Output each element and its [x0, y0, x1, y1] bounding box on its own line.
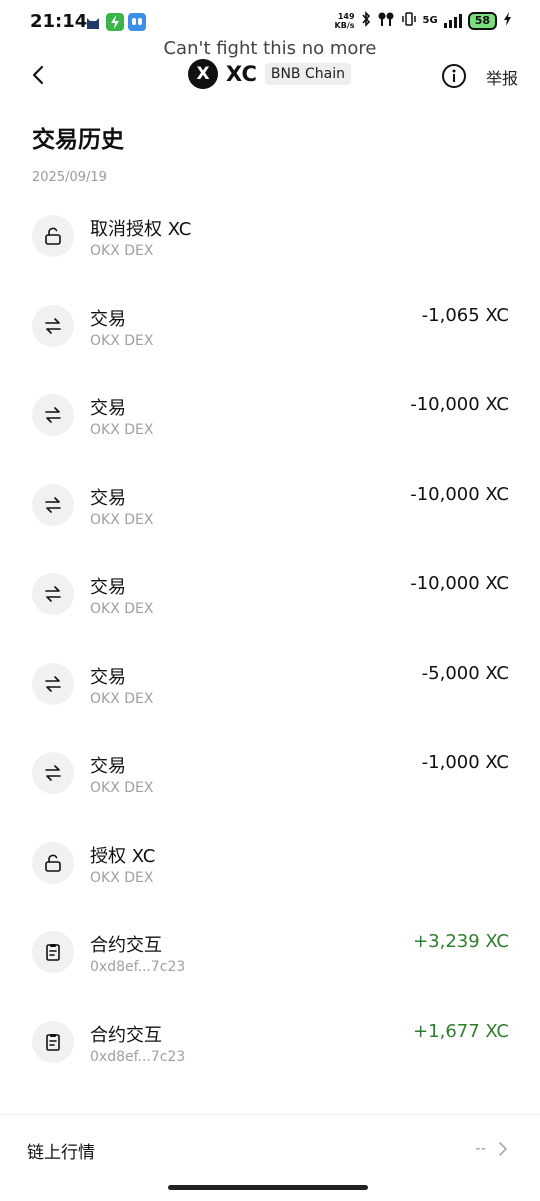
transaction-source: OKX DEX — [90, 869, 154, 886]
unlock-icon — [32, 215, 74, 257]
transaction-row[interactable]: 交易 OKX DEX -10,000 XC — [0, 459, 540, 549]
contract-icon — [32, 931, 74, 973]
page-title: 交易历史 — [32, 127, 124, 153]
chain-badge: BNB Chain — [264, 63, 351, 85]
swap-icon — [32, 752, 74, 794]
transaction-amount: -1,065 XC — [421, 304, 509, 326]
transaction-row[interactable]: 交易 OKX DEX -1,065 XC — [0, 280, 540, 370]
transaction-source: 0xd8ef...7c23 — [90, 959, 186, 975]
transaction-source: 0xd8ef...7c23 — [90, 1048, 186, 1065]
transaction-row[interactable]: 合约交互 0xd8ef...7c23 +3,239 XC — [0, 906, 540, 996]
net-speed-value: 149 — [337, 11, 355, 21]
contract-icon — [32, 1020, 74, 1063]
swap-icon — [32, 394, 74, 436]
token-header[interactable]: X XC BNB Chain — [188, 59, 351, 89]
transaction-source: OKX DEX — [90, 601, 154, 617]
back-button[interactable] — [24, 60, 54, 90]
status-time: 21:14 — [30, 11, 88, 32]
transaction-row[interactable]: 授权 XC OKX DEX — [0, 817, 540, 907]
bottom-bar: 链上行情 -- — [0, 1114, 540, 1201]
swap-icon — [32, 483, 74, 526]
transaction-source: OKX DEX — [90, 243, 154, 259]
token-logo: X — [188, 59, 218, 89]
transaction-amount: -10,000 XC — [410, 483, 509, 505]
blue-cloud-app-icon — [128, 13, 146, 31]
transaction-title: 交易 — [90, 756, 126, 777]
transaction-source: OKX DEX — [90, 332, 154, 349]
network-type: 5G — [422, 15, 438, 26]
transaction-amount: +3,239 XC — [413, 931, 509, 952]
signal-icon — [443, 13, 462, 28]
transaction-row[interactable]: 交易 OKX DEX -1,000 XC — [0, 727, 540, 817]
transaction-source: OKX DEX — [90, 690, 154, 707]
date-header: 2025/09/19 — [32, 170, 107, 185]
chevron-left-icon — [32, 65, 44, 85]
net-speed-unit: KB/s — [334, 20, 355, 30]
transaction-source: OKX DEX — [90, 511, 154, 528]
transaction-amount: -10,000 XC — [410, 573, 509, 594]
transaction-title: 合约交互 — [90, 935, 162, 956]
transaction-title: 交易 — [90, 487, 126, 509]
transaction-amount: -10,000 XC — [410, 394, 509, 415]
status-right: 149 KB/s 5G 58 — [335, 11, 512, 30]
header: X XC BNB Chain 举报 — [0, 52, 540, 98]
swap-icon — [32, 304, 74, 347]
token-symbol: XC — [226, 62, 257, 86]
transaction-list: 取消授权 XC OKX DEX 交易 OKX DEX -1,065 XC 交易 OKX DE… — [0, 190, 540, 1085]
transaction-row[interactable]: 合约交互 0xd8ef...7c23 +1,677 XC — [0, 996, 540, 1086]
onchain-market-label[interactable]: 链上行情 — [27, 1138, 95, 1163]
cat-app-icon — [84, 13, 102, 31]
vibrate-icon — [401, 11, 417, 30]
battery-indicator: 58 — [467, 11, 497, 30]
transaction-title: 交易 — [90, 398, 126, 419]
transaction-title: 取消授权 XC — [90, 219, 192, 240]
onchain-market-value: -- — [475, 1139, 486, 1157]
transaction-title: 交易 — [90, 577, 126, 598]
transaction-row[interactable]: 交易 OKX DEX -10,000 XC — [0, 548, 540, 638]
transaction-source: OKX DEX — [90, 422, 154, 438]
transaction-row[interactable]: 交易 OKX DEX -10,000 XC — [0, 369, 540, 459]
chevron-right-icon[interactable] — [496, 1141, 510, 1157]
transaction-row[interactable]: 交易 OKX DEX -5,000 XC — [0, 638, 540, 728]
report-link[interactable]: 举报 — [486, 65, 518, 89]
charging-icon — [503, 12, 512, 29]
bluetooth-icon — [361, 11, 371, 30]
transaction-amount: -5,000 XC — [421, 662, 509, 684]
swap-icon — [32, 662, 74, 705]
transaction-title: 合约交互 — [90, 1024, 162, 1046]
swap-icon — [32, 573, 74, 615]
earbuds-icon — [377, 11, 395, 30]
info-button[interactable] — [440, 62, 468, 90]
transaction-title: 交易 — [90, 666, 126, 688]
transaction-title: 交易 — [90, 308, 126, 330]
net-speed: 149 KB/s — [335, 12, 355, 30]
transaction-title: 授权 XC — [90, 845, 156, 867]
transaction-row[interactable]: 取消授权 XC OKX DEX — [0, 190, 540, 280]
transaction-amount: +1,677 XC — [413, 1020, 509, 1042]
transaction-amount: -1,000 XC — [421, 752, 509, 773]
home-indicator — [168, 1185, 368, 1190]
transaction-source: OKX DEX — [90, 780, 154, 796]
unlock-icon — [32, 841, 74, 884]
info-circle-icon — [442, 64, 466, 88]
green-bolt-app-icon — [106, 13, 124, 31]
